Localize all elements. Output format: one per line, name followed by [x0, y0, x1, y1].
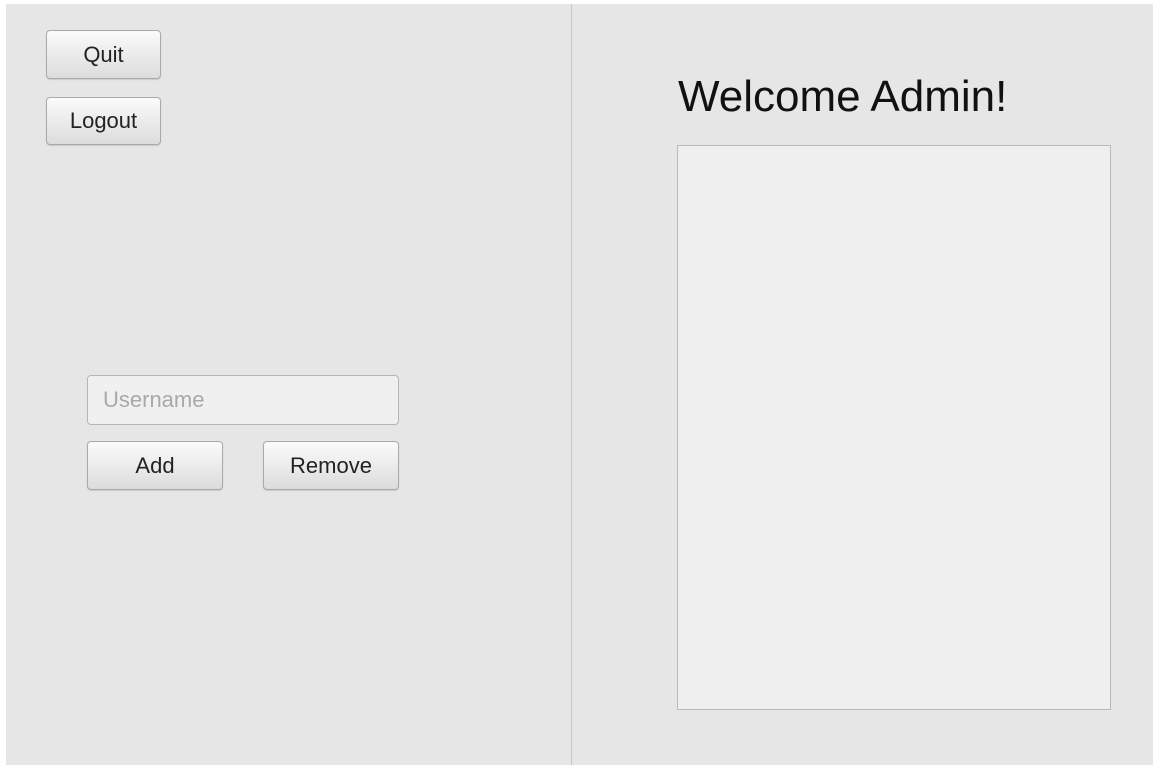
- left-panel: Quit Logout Add Remove: [6, 4, 571, 765]
- welcome-heading: Welcome Admin!: [678, 72, 1008, 121]
- add-user-button[interactable]: Add: [87, 441, 223, 490]
- username-input[interactable]: [87, 375, 399, 425]
- right-panel: Welcome Admin!: [572, 4, 1153, 765]
- user-list[interactable]: [677, 145, 1111, 710]
- remove-user-button[interactable]: Remove: [263, 441, 399, 490]
- quit-button[interactable]: Quit: [46, 30, 161, 79]
- logout-button[interactable]: Logout: [46, 97, 161, 145]
- app-window: Quit Logout Add Remove Welcome Admin!: [6, 4, 1153, 765]
